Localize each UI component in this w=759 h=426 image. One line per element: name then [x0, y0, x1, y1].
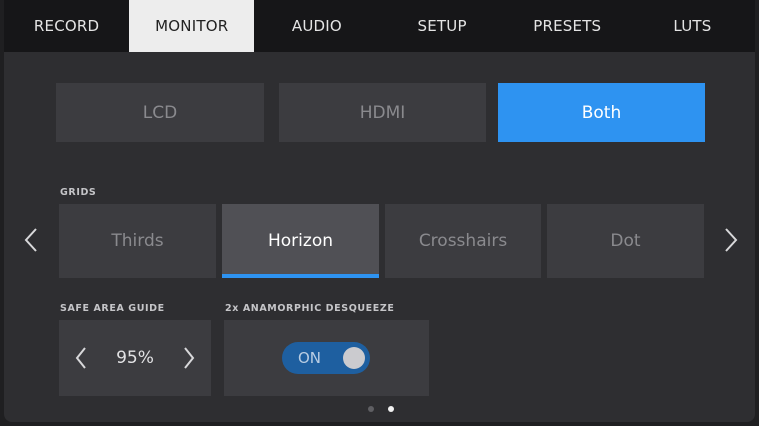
tab-presets[interactable]: PRESETS: [505, 0, 630, 52]
output-hdmi-button[interactable]: HDMI: [279, 83, 486, 142]
page-indicator-2-active[interactable]: [388, 406, 394, 412]
tab-monitor[interactable]: MONITOR: [129, 0, 255, 52]
tab-luts[interactable]: LUTS: [630, 0, 755, 52]
chevron-left-icon: [75, 347, 86, 369]
chevron-left-icon: [24, 228, 37, 252]
grids-label: GRIDS: [60, 187, 97, 198]
safe-area-increase-button[interactable]: [177, 340, 201, 376]
output-lcd-button[interactable]: LCD: [56, 83, 264, 142]
grid-horizon-button[interactable]: Horizon: [222, 204, 379, 278]
tab-bar: RECORD MONITOR AUDIO SETUP PRESETS LUTS: [4, 0, 755, 52]
grids-prev-button[interactable]: [16, 222, 46, 258]
grid-crosshairs-button[interactable]: Crosshairs: [385, 204, 541, 278]
selected-indicator: [222, 274, 379, 278]
grid-thirds-button[interactable]: Thirds: [59, 204, 216, 278]
page-indicator-1[interactable]: [368, 406, 374, 412]
tab-setup[interactable]: SETUP: [380, 0, 505, 52]
grid-dot-button[interactable]: Dot: [547, 204, 704, 278]
toggle-knob: [343, 347, 365, 369]
anamorphic-desqueeze-label: 2x ANAMORPHIC DESQUEEZE: [225, 303, 395, 314]
anamorphic-desqueeze-panel: ON: [224, 320, 429, 396]
safe-area-guide-label: SAFE AREA GUIDE: [60, 303, 165, 314]
output-both-button[interactable]: Both: [498, 83, 705, 142]
safe-area-value: 95%: [116, 348, 154, 368]
grids-next-button[interactable]: [716, 222, 746, 258]
tab-audio[interactable]: AUDIO: [254, 0, 379, 52]
chevron-right-icon: [184, 347, 195, 369]
safe-area-decrease-button[interactable]: [69, 340, 93, 376]
monitor-settings-screen: RECORD MONITOR AUDIO SETUP PRESETS LUTS …: [4, 0, 755, 422]
tab-record[interactable]: RECORD: [4, 0, 129, 52]
anamorphic-toggle[interactable]: ON: [282, 342, 370, 374]
grid-horizon-label: Horizon: [268, 231, 333, 251]
chevron-right-icon: [725, 228, 738, 252]
toggle-state-label: ON: [298, 349, 322, 367]
safe-area-guide-control: 95%: [59, 320, 211, 396]
